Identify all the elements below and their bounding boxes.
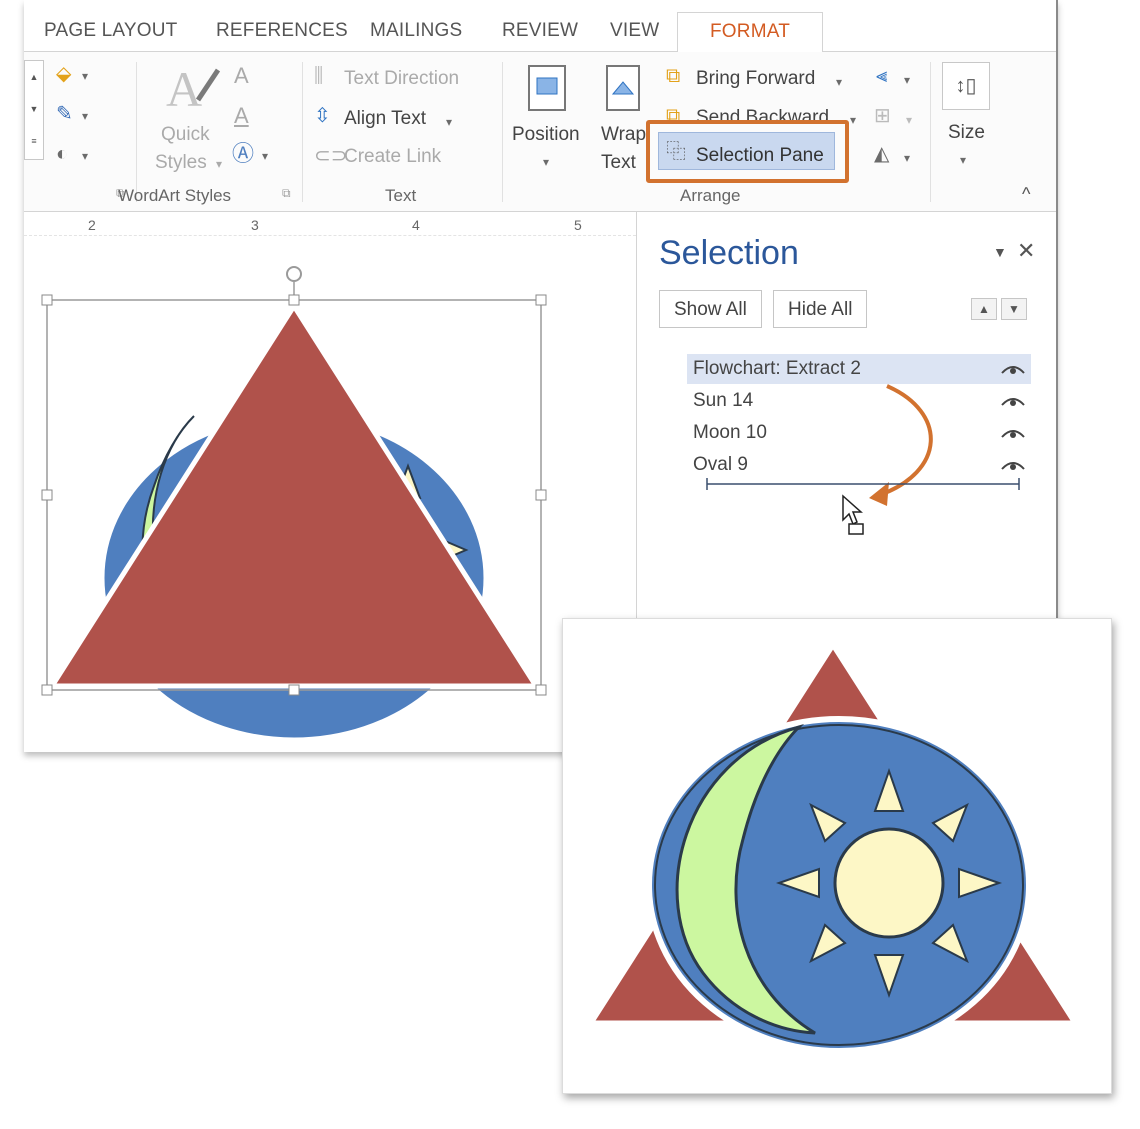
bring-forward-arrow-icon[interactable]: ▲ — [971, 298, 997, 320]
align-text-button[interactable]: Align Text — [344, 108, 426, 130]
rotate-icon[interactable]: ◭ — [874, 144, 889, 164]
group-icon[interactable]: ⊞ — [874, 106, 891, 126]
svg-text:A: A — [166, 61, 202, 117]
shape-outline-icon[interactable]: ✎ — [56, 104, 73, 124]
tab-mailings[interactable]: MAILINGS — [370, 20, 462, 42]
wrap-text-button[interactable]: Wrap — [601, 124, 646, 146]
arrange-group-label: Arrange — [680, 186, 741, 205]
tab-format[interactable]: FORMAT — [677, 12, 824, 53]
reordered-shape-group — [586, 640, 1080, 1054]
show-all-button[interactable]: Show All — [659, 290, 762, 328]
ruler-mark: 2 — [88, 217, 96, 233]
size-icon: ↕▯ — [942, 62, 990, 110]
link-icon: ⊂⊃ — [314, 145, 348, 167]
text-direction-button[interactable]: Text Direction — [344, 68, 459, 90]
send-backward-dropdown-icon[interactable]: ▾ — [850, 110, 856, 130]
wrap-text-label-2: Text — [601, 152, 636, 173]
result-preview — [562, 618, 1112, 1094]
text-group-label: Text — [385, 186, 417, 205]
position-icon — [528, 65, 566, 111]
send-backward-arrow-icon[interactable]: ▼ — [1001, 298, 1027, 320]
create-link-button[interactable]: Create Link — [344, 146, 441, 168]
selection-pane-highlight — [646, 120, 849, 183]
align-dropdown-icon[interactable]: ▾ — [904, 70, 910, 90]
align-icon[interactable]: ⫷ — [876, 66, 887, 86]
collapse-ribbon-icon[interactable]: ^ — [1022, 184, 1030, 205]
group-dropdown-icon[interactable]: ▾ — [906, 110, 912, 130]
text-effects-dropdown-icon[interactable]: ▾ — [262, 146, 268, 166]
size-button[interactable]: Size — [948, 122, 985, 144]
bring-forward-button[interactable]: Bring Forward — [696, 68, 815, 90]
drag-cursor-icon — [842, 494, 864, 535]
text-fill-icon[interactable]: A — [234, 65, 249, 87]
tab-page-layout[interactable]: PAGE LAYOUT — [44, 20, 177, 42]
wordart-styles-group-label: WordArt Styles — [118, 186, 232, 205]
shape-outline-dropdown-icon[interactable]: ▾ — [82, 106, 88, 126]
bring-forward-icon: ⧉ — [666, 65, 681, 87]
ruler-mark: 3 — [251, 217, 259, 233]
position-button[interactable]: Position — [512, 124, 580, 146]
quick-styles-label: Quick — [161, 124, 210, 145]
pane-options-dropdown-icon[interactable]: ▼ — [993, 244, 1007, 260]
quick-styles-label-2: Styles — [155, 152, 207, 173]
rotate-dropdown-icon[interactable]: ▾ — [904, 148, 910, 168]
shape-fill-icon[interactable]: ⬙ — [56, 64, 71, 84]
flowchart-extract-shape[interactable] — [47, 301, 541, 689]
position-dropdown-icon[interactable]: ▾ — [543, 152, 549, 172]
shape-effects-icon[interactable]: ◐ — [56, 144, 68, 164]
wordart-a-icon: A — [166, 61, 221, 117]
rotate-handle[interactable] — [286, 266, 302, 282]
quick-styles-dropdown-icon: ▾ — [216, 157, 223, 171]
horizontal-ruler[interactable]: 2 3 4 5 — [24, 212, 636, 236]
tab-review[interactable]: REVIEW — [502, 20, 578, 42]
selection-pane-title: Selection — [659, 234, 799, 272]
bring-forward-dropdown-icon[interactable]: ▾ — [836, 72, 842, 92]
ribbon-tab-bar: PAGE LAYOUT REFERENCES MAILINGS REVIEW V… — [24, 0, 1056, 53]
wrap-text-icon — [606, 65, 640, 111]
wordart-launcher-icon[interactable]: ⧉ — [282, 186, 291, 201]
document-canvas[interactable] — [24, 236, 636, 752]
shape-group — [41, 266, 547, 743]
align-text-dropdown-icon[interactable]: ▾ — [446, 112, 452, 132]
ruler-mark: 4 — [412, 217, 420, 233]
hide-all-button[interactable]: Hide All — [773, 290, 868, 328]
tab-references[interactable]: REFERENCES — [216, 20, 348, 42]
ruler-mark: 5 — [574, 217, 582, 233]
align-text-icon: ⇳ — [314, 105, 331, 127]
text-effects-icon[interactable]: Ⓐ — [232, 143, 254, 165]
close-icon[interactable]: ✕ — [1017, 238, 1035, 264]
sun-shape-preview — [775, 767, 1003, 999]
tab-view[interactable]: VIEW — [610, 20, 659, 42]
text-outline-icon[interactable]: A — [234, 105, 249, 127]
shape-styles-gallery-scroll[interactable]: ▲ ▼ ≡ — [24, 60, 44, 160]
shape-fill-dropdown-icon[interactable]: ▾ — [82, 66, 88, 86]
ribbon: ▲ ▼ ≡ ⬙ ▾ ✎ ▾ ◐ ▾ ⧉ A Quick Styles ▾ A A Ⓐ… — [24, 52, 1056, 212]
size-dropdown-icon[interactable]: ▾ — [960, 150, 966, 170]
text-direction-icon: ⫼ — [314, 65, 324, 87]
shape-effects-dropdown-icon[interactable]: ▾ — [82, 146, 88, 166]
